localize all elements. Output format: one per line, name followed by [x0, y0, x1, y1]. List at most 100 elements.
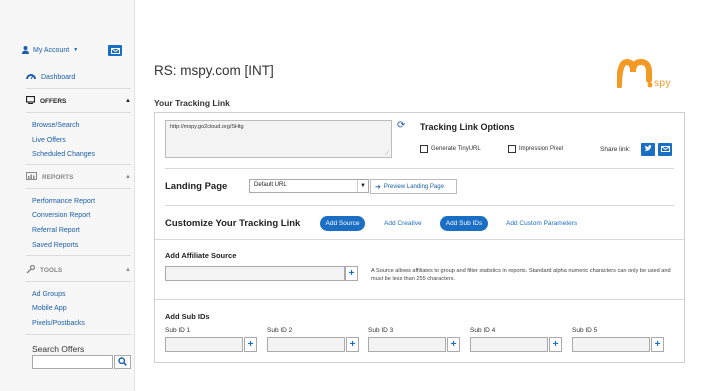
- chevron-up-icon: ▲: [125, 98, 131, 104]
- sidebar-item-conversion-report[interactable]: Conversion Report: [32, 212, 90, 219]
- section-heading: TOOLS: [40, 266, 63, 274]
- search-button[interactable]: [114, 355, 131, 369]
- add-subids-button[interactable]: Add Sub IDs: [440, 216, 488, 231]
- add-source-button[interactable]: Add Source: [320, 216, 365, 231]
- sub-id-1-label: Sub ID 1: [165, 327, 191, 334]
- sidebar-item-dashboard[interactable]: Dashboard: [26, 66, 131, 88]
- generate-tinyurl-label: Generate TinyURL: [431, 146, 481, 152]
- sidebar-item-browse[interactable]: Browse/Search: [32, 122, 79, 129]
- twitter-share-button[interactable]: [641, 143, 655, 156]
- divider: [26, 188, 131, 189]
- divider: [155, 239, 684, 240]
- dashboard-icon: [26, 72, 36, 82]
- add-sub-id-4-button[interactable]: +: [549, 337, 562, 352]
- share-link-label: Share link:: [600, 146, 631, 153]
- landing-page-label: Landing Page: [165, 181, 228, 192]
- divider: [26, 334, 131, 335]
- tracking-link-textarea[interactable]: http://mspy.go2cloud.org/SHtg: [165, 120, 392, 158]
- sub-id-2-input[interactable]: [267, 337, 345, 352]
- add-affiliate-source-heading: Add Affiliate Source: [165, 251, 237, 260]
- affiliate-source-input[interactable]: [165, 266, 345, 281]
- my-account-menu[interactable]: My Account ▼: [22, 46, 78, 54]
- preview-landing-page-button[interactable]: ➔ Preview Landing Page: [370, 179, 457, 194]
- sub-id-5-input[interactable]: [572, 337, 650, 352]
- sidebar-item-saved-reports[interactable]: Saved Reports: [32, 242, 78, 249]
- sub-id-3-label: Sub ID 3: [368, 327, 394, 334]
- resize-grip-icon[interactable]: ⟋: [385, 151, 389, 158]
- sub-id-3-input[interactable]: [368, 337, 446, 352]
- add-sub-id-1-button[interactable]: +: [244, 337, 257, 352]
- reports-section-header[interactable]: REPORTS ▲: [26, 166, 131, 188]
- user-icon: [22, 46, 29, 54]
- refresh-icon[interactable]: ⟳: [397, 121, 407, 131]
- add-sub-ids-heading: Add Sub IDs: [165, 312, 210, 321]
- impression-pixel-label: Impression Pixel: [519, 146, 564, 152]
- plus-icon: +: [654, 339, 661, 350]
- sidebar-item-live-offers[interactable]: Live Offers: [32, 137, 66, 144]
- landing-page-select[interactable]: Default URL: [249, 179, 369, 193]
- offers-section-header[interactable]: OFFERS ▲: [25, 90, 131, 112]
- divider: [26, 255, 131, 256]
- my-account-label: My Account: [33, 46, 70, 54]
- add-custom-parameters-link[interactable]: Add Custom Parameters: [506, 220, 577, 227]
- sidebar-item-performance-report[interactable]: Performance Report: [32, 198, 95, 205]
- sub-id-1-input[interactable]: [165, 337, 243, 352]
- sub-id-4-label: Sub ID 4: [470, 327, 496, 334]
- plus-icon: +: [552, 339, 559, 350]
- email-share-button[interactable]: [658, 143, 672, 156]
- tracking-link-url: http://mspy.go2cloud.org/SHtg: [170, 124, 244, 130]
- sidebar-item-scheduled-changes[interactable]: Scheduled Changes: [32, 151, 95, 158]
- search-icon: [118, 356, 127, 368]
- divider: [165, 168, 674, 169]
- plus-icon: +: [349, 339, 356, 350]
- chevron-up-icon: ▲: [125, 267, 131, 273]
- monitor-icon: [25, 95, 36, 106]
- plus-icon: +: [348, 268, 355, 279]
- twitter-icon: [644, 145, 652, 154]
- sidebar-item-referral-report[interactable]: Referral Report: [32, 227, 80, 234]
- generate-tinyurl-checkbox[interactable]: [420, 145, 428, 153]
- mail-icon[interactable]: [108, 45, 122, 56]
- mail-icon: [660, 145, 670, 154]
- sidebar-item-pixels-postbacks[interactable]: Pixels/Postbacks: [32, 320, 85, 327]
- add-sub-id-2-button[interactable]: +: [346, 337, 359, 352]
- section-heading: REPORTS: [42, 173, 74, 181]
- plus-icon: +: [247, 339, 254, 350]
- chart-icon: [26, 172, 37, 182]
- customize-title: Customize Your Tracking Link: [165, 218, 301, 229]
- affiliate-source-help: A Source allows affiliates to group and …: [371, 268, 671, 282]
- divider: [26, 164, 131, 165]
- divider: [26, 112, 131, 113]
- mspy-logo: [616, 58, 653, 89]
- add-creative-link[interactable]: Add Creative: [384, 220, 422, 227]
- logo-text: spy: [654, 78, 672, 89]
- plus-icon: +: [450, 339, 457, 350]
- sidebar-item-ad-groups[interactable]: Ad Groups: [32, 291, 65, 298]
- caret-down-icon: ▼: [73, 47, 79, 53]
- section-heading: OFFERS: [40, 97, 67, 105]
- tracking-link-options-title: Tracking Link Options: [420, 122, 515, 132]
- impression-pixel-checkbox[interactable]: [508, 145, 516, 153]
- add-sub-id-5-button[interactable]: +: [651, 337, 664, 352]
- divider: [26, 88, 131, 89]
- sidebar: [0, 0, 135, 391]
- add-sub-id-3-button[interactable]: +: [447, 337, 460, 352]
- chevron-up-icon: ▲: [125, 174, 131, 180]
- divider: [165, 205, 674, 206]
- sidebar-item-label: Dashboard: [41, 73, 76, 81]
- search-offers-label: Search Offers: [32, 344, 85, 354]
- landing-page-value: Default URL: [254, 182, 287, 188]
- tools-section-header[interactable]: TOOLS ▲: [26, 259, 131, 281]
- chevron-down-icon[interactable]: ▼: [357, 180, 368, 192]
- divider: [26, 281, 131, 282]
- sub-id-2-label: Sub ID 2: [267, 327, 293, 334]
- sub-id-5-label: Sub ID 5: [572, 327, 598, 334]
- add-affiliate-source-button[interactable]: +: [345, 266, 358, 281]
- search-offers-input[interactable]: [32, 355, 113, 369]
- preview-label: Preview Landing Page: [383, 183, 444, 190]
- tracking-link-heading: Your Tracking Link: [154, 98, 230, 108]
- sidebar-item-mobile-app[interactable]: Mobile App: [32, 305, 67, 312]
- arrow-right-icon: ➔: [375, 183, 381, 191]
- sub-id-4-input[interactable]: [470, 337, 548, 352]
- divider: [155, 299, 684, 300]
